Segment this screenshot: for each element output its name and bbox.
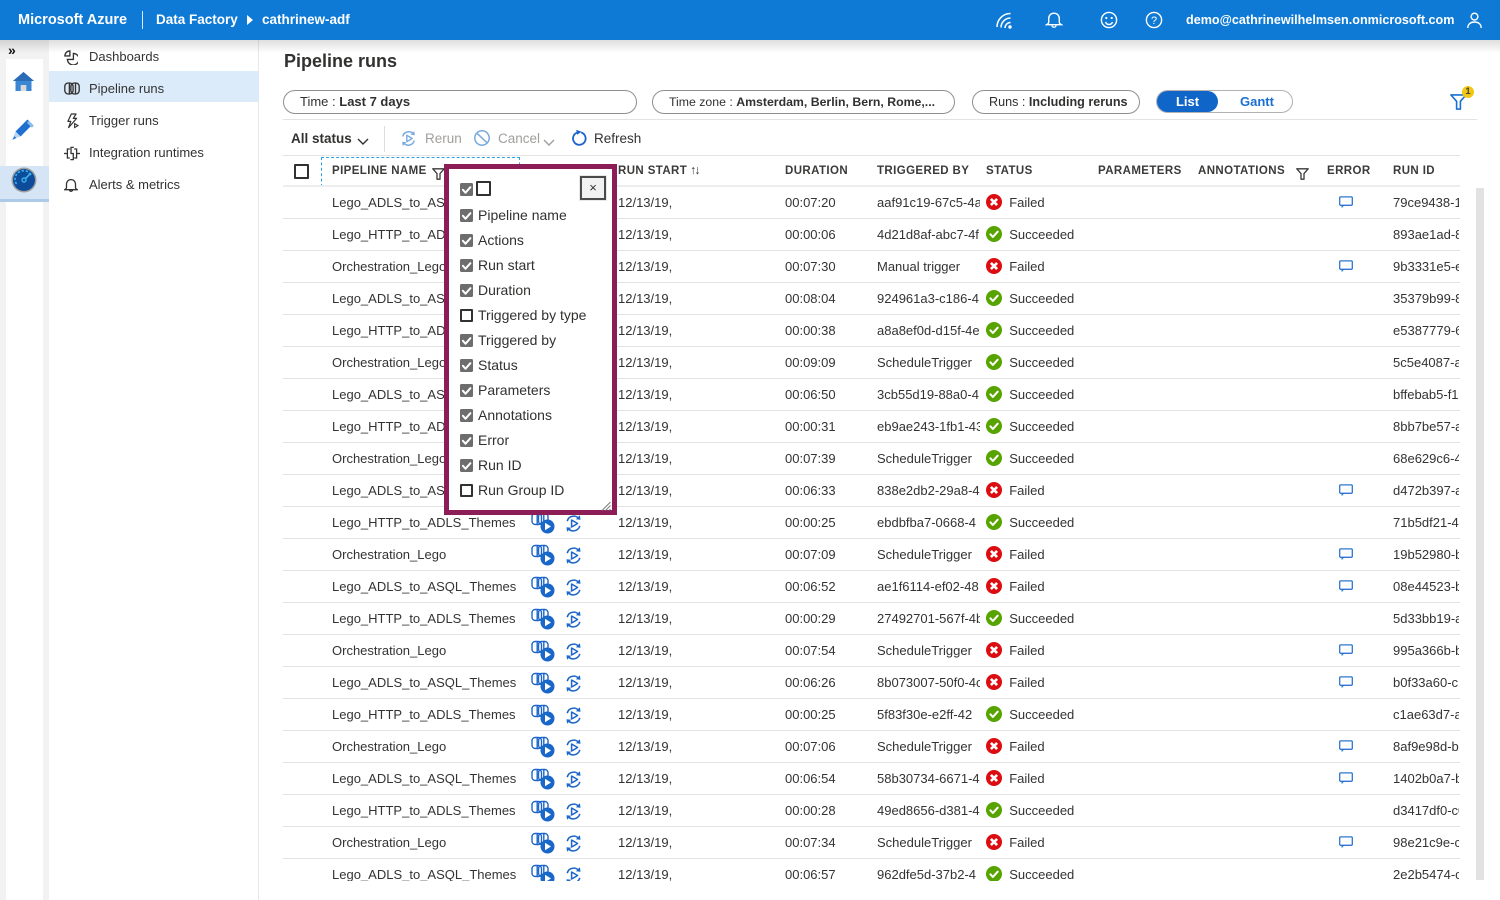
svg-text:?: ? [1151, 15, 1157, 27]
